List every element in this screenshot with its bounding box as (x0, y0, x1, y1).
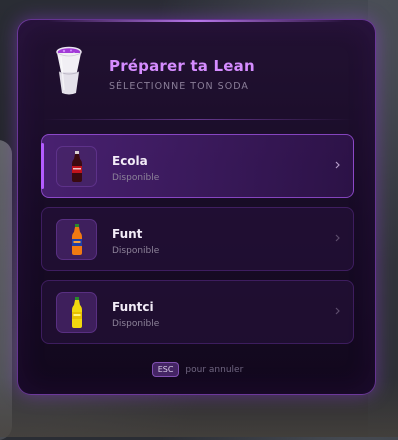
soda-option-ecola[interactable]: Ecola Disponible (41, 134, 354, 198)
option-status: Disponible (112, 319, 160, 329)
option-name: Funt (112, 227, 143, 241)
option-status: Disponible (112, 173, 160, 183)
double-cup-icon (53, 45, 85, 97)
chevron-right-icon (335, 307, 340, 315)
header-divider (42, 119, 353, 120)
lemon-soda-bottle-icon (56, 292, 97, 333)
chevron-right-icon (335, 161, 340, 169)
dialog-title: Préparer ta Lean (109, 57, 255, 75)
esc-key-hint[interactable]: ESC (151, 362, 180, 377)
soda-option-funt[interactable]: Funt Disponible (41, 207, 354, 271)
soda-selection-dialog: Préparer ta Lean SÉLECTIONNE TON SODA Ec… (17, 19, 376, 395)
chevron-right-icon (335, 234, 340, 242)
dialog-footer: ESC pour annuler (18, 362, 377, 377)
cancel-hint-text: pour annuler (185, 364, 244, 375)
option-status: Disponible (112, 246, 160, 256)
orange-soda-bottle-icon (56, 219, 97, 260)
soda-option-funtci[interactable]: Funtci Disponible (41, 280, 354, 344)
option-name: Funtci (112, 300, 154, 314)
option-name: Ecola (112, 154, 148, 168)
dialog-subtitle: SÉLECTIONNE TON SODA (109, 81, 249, 92)
cola-bottle-icon (56, 146, 97, 187)
panel-top-glow (48, 20, 345, 22)
